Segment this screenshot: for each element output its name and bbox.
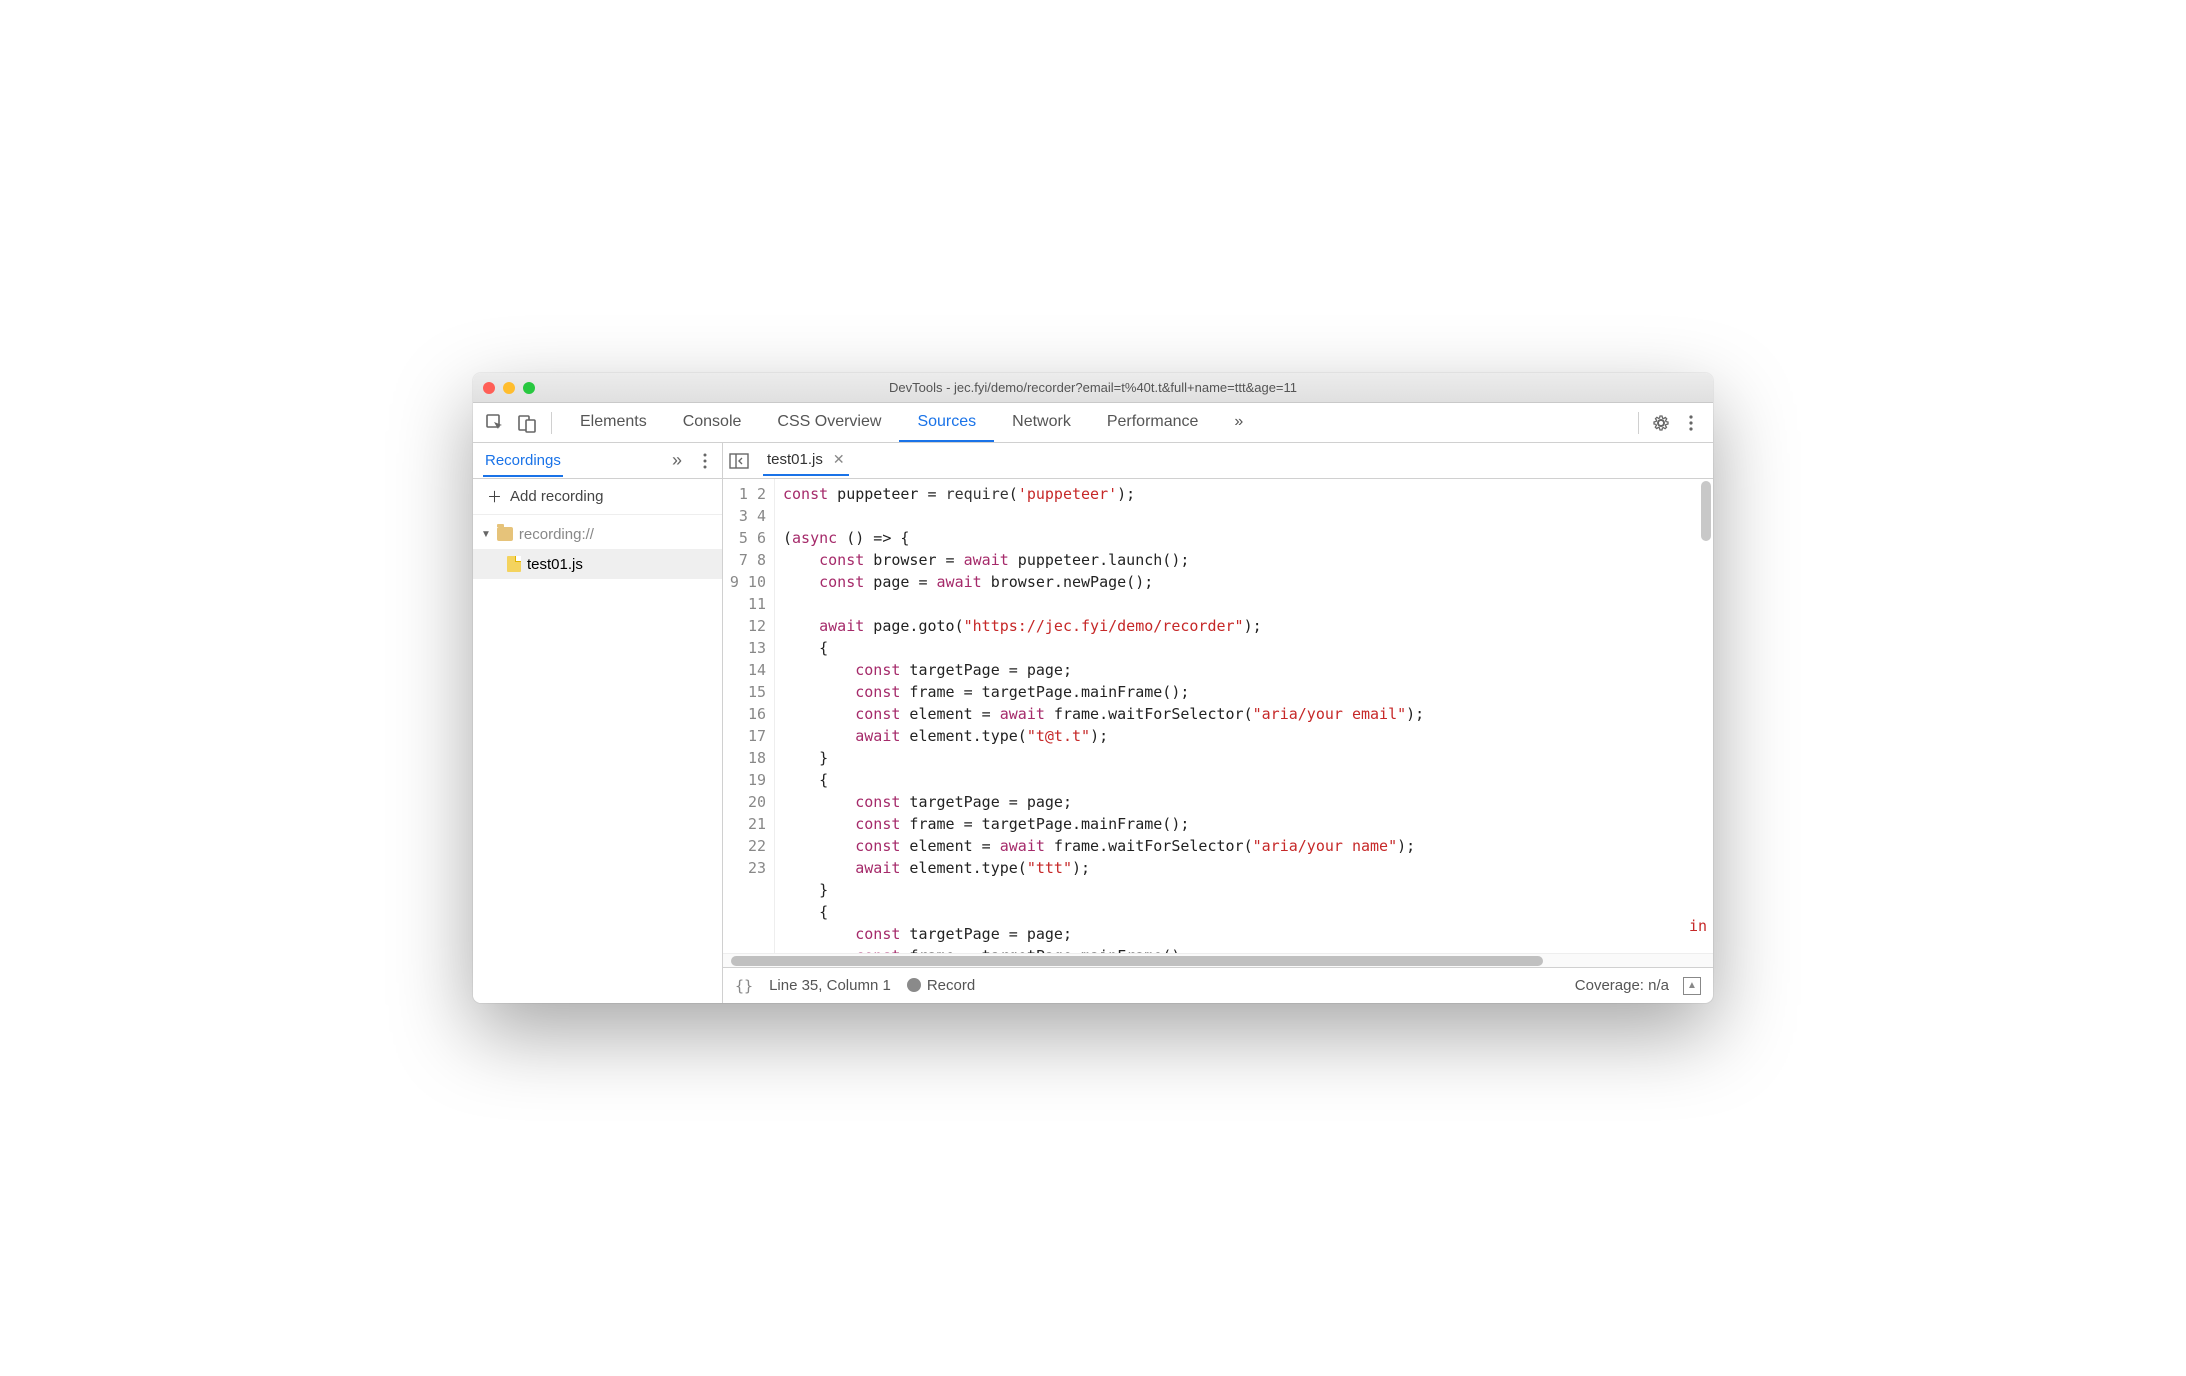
tab-network[interactable]: Network — [994, 403, 1089, 442]
collapse-drawer-icon[interactable]: ▲ — [1683, 977, 1701, 995]
sidebar: Recordings » ＋ Add recording ▼ recording… — [473, 443, 723, 1003]
titlebar: DevTools - jec.fyi/demo/recorder?email=t… — [473, 373, 1713, 403]
traffic-lights — [483, 382, 535, 394]
editor-tabbar: test01.js ✕ — [723, 443, 1713, 479]
sidebar-header: Recordings » — [473, 443, 722, 479]
tabs-overflow[interactable]: » — [1216, 403, 1261, 442]
toolbar-divider — [551, 412, 552, 434]
folder-icon — [497, 527, 513, 541]
minimize-icon[interactable] — [503, 382, 515, 394]
window-title: DevTools - jec.fyi/demo/recorder?email=t… — [483, 380, 1703, 395]
tree-root-label: recording:// — [519, 526, 594, 543]
gear-icon[interactable] — [1647, 409, 1675, 437]
file-tree: ▼ recording:// test01.js — [473, 515, 722, 583]
truncated-text: in — [1689, 917, 1707, 935]
editor-file-name: test01.js — [767, 451, 823, 468]
inspect-icon[interactable] — [481, 409, 509, 437]
tab-elements[interactable]: Elements — [562, 403, 665, 442]
close-icon[interactable] — [483, 382, 495, 394]
scrollbar-thumb[interactable] — [731, 956, 1543, 966]
cursor-position: Line 35, Column 1 — [769, 977, 891, 994]
line-gutter: 1 2 3 4 5 6 7 8 9 10 11 12 13 14 15 16 1… — [723, 479, 775, 953]
tab-console[interactable]: Console — [665, 403, 760, 442]
code-content[interactable]: const puppeteer = require('puppeteer'); … — [775, 479, 1713, 953]
add-recording-button[interactable]: ＋ Add recording — [473, 479, 722, 515]
tree-file[interactable]: test01.js — [473, 549, 722, 579]
close-tab-icon[interactable]: ✕ — [833, 451, 845, 468]
tab-sources[interactable]: Sources — [899, 403, 994, 442]
pretty-print-icon[interactable]: {} — [735, 977, 753, 995]
navigator-toggle-icon[interactable] — [729, 453, 751, 469]
editor-pane: test01.js ✕ 1 2 3 4 5 6 7 8 9 10 11 12 1… — [723, 443, 1713, 1003]
editor-file-tab[interactable]: test01.js ✕ — [763, 445, 849, 476]
tab-performance[interactable]: Performance — [1089, 403, 1217, 442]
tree-root[interactable]: ▼ recording:// — [473, 519, 722, 549]
sidebar-tab-recordings[interactable]: Recordings — [483, 445, 563, 477]
main-toolbar: Elements Console CSS Overview Sources Ne… — [473, 403, 1713, 443]
panel-body: Recordings » ＋ Add recording ▼ recording… — [473, 443, 1713, 1003]
device-toggle-icon[interactable] — [513, 409, 541, 437]
record-button[interactable]: Record — [907, 977, 975, 994]
coverage-label: Coverage: n/a — [1575, 977, 1669, 994]
horizontal-scrollbar[interactable] — [723, 953, 1713, 967]
code-area[interactable]: 1 2 3 4 5 6 7 8 9 10 11 12 13 14 15 16 1… — [723, 479, 1713, 953]
sidebar-overflow[interactable]: » — [672, 450, 682, 471]
vertical-scrollbar[interactable] — [1701, 481, 1711, 541]
kebab-icon[interactable] — [1677, 409, 1705, 437]
add-recording-label: Add recording — [510, 488, 603, 505]
devtools-window: DevTools - jec.fyi/demo/recorder?email=t… — [473, 373, 1713, 1003]
record-label: Record — [927, 977, 975, 994]
panel-tabs: Elements Console CSS Overview Sources Ne… — [562, 403, 1261, 442]
chevron-down-icon: ▼ — [481, 529, 491, 540]
status-bar: {} Line 35, Column 1 Record Coverage: n/… — [723, 967, 1713, 1003]
record-icon — [907, 978, 921, 992]
toolbar-divider — [1638, 412, 1639, 434]
tab-css-overview[interactable]: CSS Overview — [759, 403, 899, 442]
sidebar-kebab-icon[interactable] — [698, 452, 712, 470]
maximize-icon[interactable] — [523, 382, 535, 394]
plus-icon: ＋ — [487, 486, 502, 507]
file-icon — [507, 556, 521, 572]
tree-file-label: test01.js — [527, 556, 583, 573]
